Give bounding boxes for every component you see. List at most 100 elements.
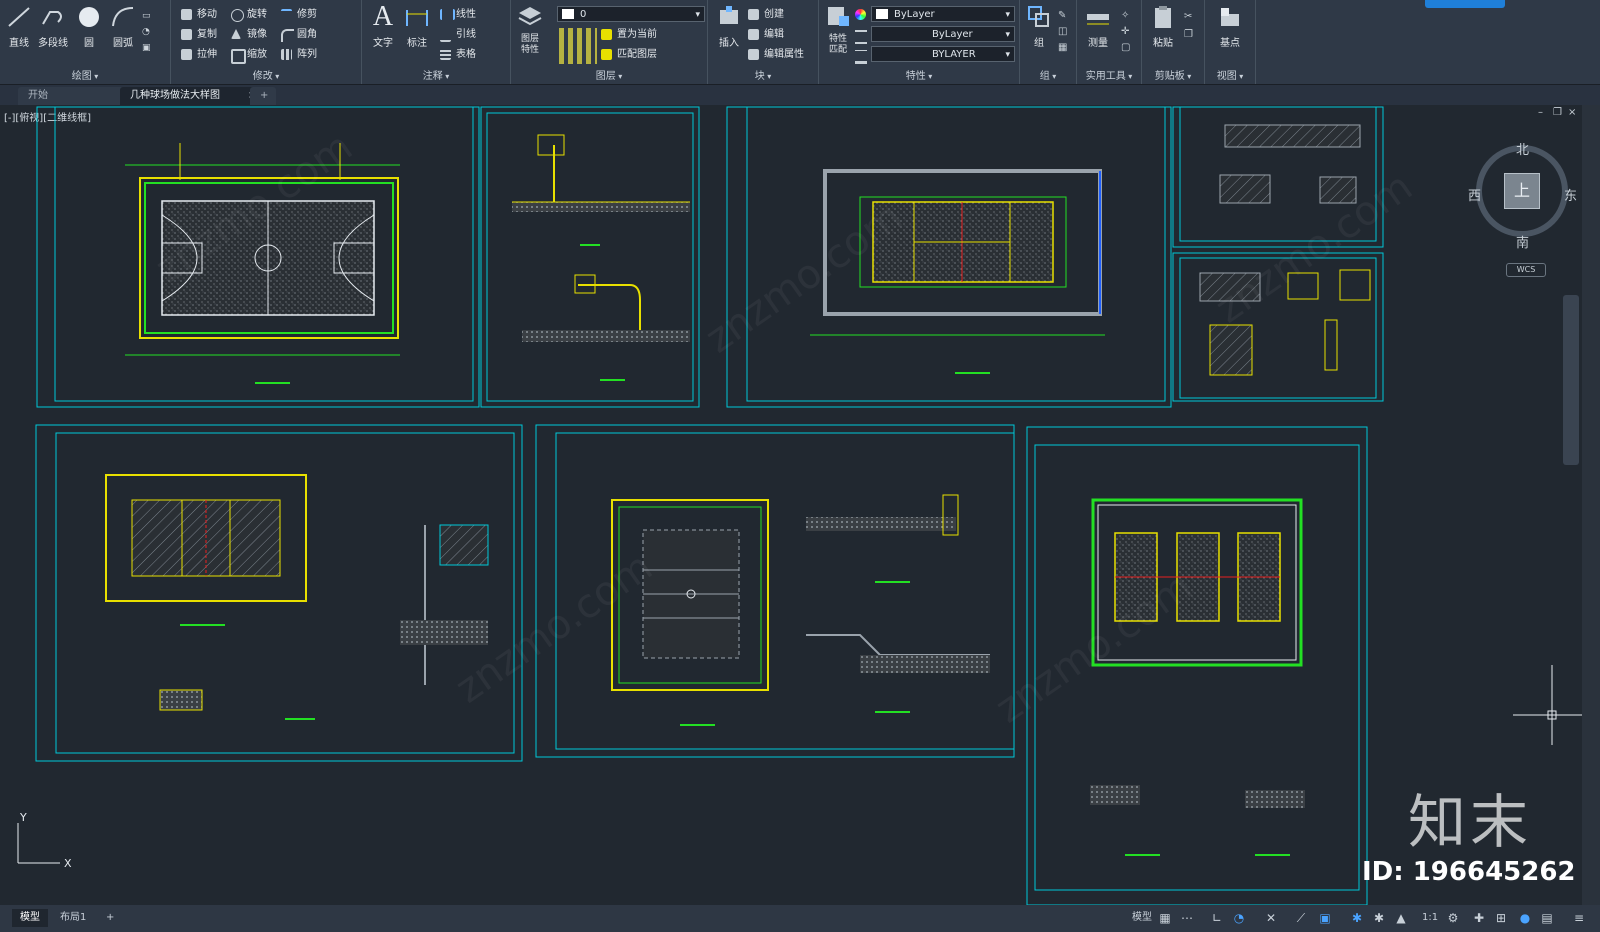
wcs-menu[interactable]: WCS [1506,263,1546,277]
leader-button[interactable]: 引线 [440,26,476,44]
signin-badge[interactable] [1425,0,1505,8]
annotation-visibility-icon[interactable]: ✱ [1350,911,1364,925]
lineweight-icon[interactable] [855,50,867,64]
utilities-tools-icon[interactable]: ✧ ✛ ▢ [1121,8,1133,58]
group-panel-title[interactable]: 组 [1020,67,1076,82]
lineweight-dropdown[interactable]: BYLAYER [871,46,1015,63]
compass-north[interactable]: 北 [1516,139,1529,158]
polar-icon[interactable]: ◔ [1232,911,1246,925]
annotation-scale-value[interactable]: 1:1 [1414,909,1446,927]
mirror-icon [231,29,241,39]
stretch-button[interactable]: 拉伸 [181,46,217,64]
move-button[interactable]: 移动 [181,6,217,24]
grid-icon[interactable]: ▦ [1158,911,1172,925]
text-icon: A [372,1,394,32]
snap-icon[interactable]: ⋯ [1180,911,1194,925]
drawing-viewport[interactable]: [-][俯视][二维线框] Y X znzmo.com znzmo.com zn… [0,105,1582,905]
line-button[interactable]: 直线 [2,4,36,54]
sheet-hoop-section[interactable] [480,106,700,408]
tab-model[interactable]: 模型 [12,909,48,927]
edit-attr-button[interactable]: 编辑属性 [748,46,804,64]
base-point-icon [1221,8,1239,26]
clipboard-panel-title[interactable]: 剪贴板 [1142,67,1204,82]
polyline-button[interactable]: 多段线 [36,4,70,54]
model-space-toggle[interactable]: 模型 [1124,909,1160,927]
isolate-objects-icon[interactable]: ● [1518,911,1532,925]
view-cube-top[interactable]: 上 [1504,173,1540,209]
scale-button[interactable]: 缩放 [231,46,267,64]
base-point-button[interactable]: 基点 [1213,4,1247,54]
rotate-button[interactable]: 旋转 [231,6,267,24]
array-button[interactable]: 阵列 [281,46,317,64]
fillet-button[interactable]: 圆角 [281,26,317,44]
table-label: 表格 [456,49,476,60]
properties-panel-title[interactable]: 特性 [819,67,1019,82]
group-label: 组 [1034,38,1044,49]
polyline-icon [42,11,62,25]
compass-east[interactable]: 东 [1564,185,1577,204]
arc-button[interactable]: 圆弧 [106,4,140,54]
tab-start[interactable]: 开始 [18,87,134,105]
watermark-id: ID: 196645262 [1362,857,1576,887]
trim-button[interactable]: 修剪 [281,6,317,24]
tab-drawing[interactable]: 几种球场做法大样图 × [120,87,260,105]
block-panel-title[interactable]: 块 [708,67,818,82]
draw-panel-title[interactable]: 绘图 [0,67,170,82]
set-current-button[interactable]: 置为当前 [601,26,657,44]
dimension-button[interactable]: 标注 [400,4,434,54]
auto-scale-icon[interactable]: ✱ [1372,911,1386,925]
layer-dropdown[interactable]: 0 [557,6,705,23]
compass-west[interactable]: 西 [1468,185,1481,204]
customize-menu-icon[interactable]: ≡ [1572,911,1586,925]
insert-button[interactable]: 插入 [712,4,746,54]
lineweight-toggle-icon[interactable]: ▣ [1318,911,1332,925]
annotation-monitor-icon[interactable]: ✚ [1472,911,1486,925]
layer-tools-icon[interactable] [559,28,597,64]
match-properties-button[interactable]: 特性 匹配 [821,4,855,55]
utilities-panel-title[interactable]: 实用工具 [1077,67,1141,82]
viewport-close-icon[interactable]: × [1568,107,1576,118]
color-dropdown[interactable]: ByLayer [871,6,1015,23]
table-button[interactable]: 表格 [440,46,476,64]
text-button[interactable]: A 文字 [366,1,400,54]
new-tab-button[interactable]: + [250,87,276,105]
copy-button[interactable]: 复制 [181,26,217,44]
navigation-bar[interactable] [1563,295,1579,465]
clipboard-tools-icon[interactable]: ✂ ❐ [1184,8,1196,48]
layer-properties-button[interactable]: 图层 特性 [513,4,547,55]
vertical-scrollbar[interactable] [1582,105,1600,905]
viewport-minimize-icon[interactable]: – [1538,107,1543,118]
edit-block-button[interactable]: 编辑 [748,26,784,44]
sheet-basketball[interactable] [36,106,480,408]
linear-button[interactable]: 线性 [440,6,476,24]
layers-panel-title[interactable]: 图层 [511,67,707,82]
annotation-panel-title[interactable]: 注释 [362,67,510,82]
measure-button[interactable]: 测量 [1081,4,1115,54]
paste-button[interactable]: 粘贴 [1146,4,1180,54]
units-icon[interactable]: ⊞ [1494,911,1508,925]
draw-more-icon[interactable]: ▭ ◔ ▣ [142,8,156,56]
group-button[interactable]: 组 [1022,4,1056,54]
annotation-scale-icon[interactable]: ▲ [1394,911,1408,925]
match-layer-button[interactable]: 匹配图层 [601,46,657,64]
linetype-icon[interactable] [855,30,867,44]
linetype-dropdown[interactable]: ByLayer [871,26,1015,43]
sheet-court-lower-left[interactable] [35,424,523,762]
ortho-icon[interactable]: ∟ [1210,911,1224,925]
viewport-restore-icon[interactable]: ❐ [1553,107,1562,118]
workspace-gear-icon[interactable]: ⚙ [1446,911,1460,925]
color-wheel-icon[interactable] [855,9,866,20]
otrack-icon[interactable]: ⟋ [1294,911,1308,925]
add-layout-button[interactable]: + [98,909,122,927]
group-tools-icon[interactable]: ✎ ◫ ▦ [1058,8,1070,58]
tab-layout1[interactable]: 布局1 [52,909,94,927]
view-cube[interactable]: 上 [1476,145,1568,237]
compass-south[interactable]: 南 [1516,232,1529,251]
create-block-button[interactable]: 创建 [748,6,784,24]
view-panel-title[interactable]: 视图 [1205,67,1255,82]
mirror-button[interactable]: 镜像 [231,26,267,44]
circle-button[interactable]: 圆 [72,4,106,54]
hardware-acceleration-icon[interactable]: ▤ [1540,911,1554,925]
modify-panel-title[interactable]: 修改 [171,67,361,82]
osnap-icon[interactable]: ✕ [1264,911,1278,925]
